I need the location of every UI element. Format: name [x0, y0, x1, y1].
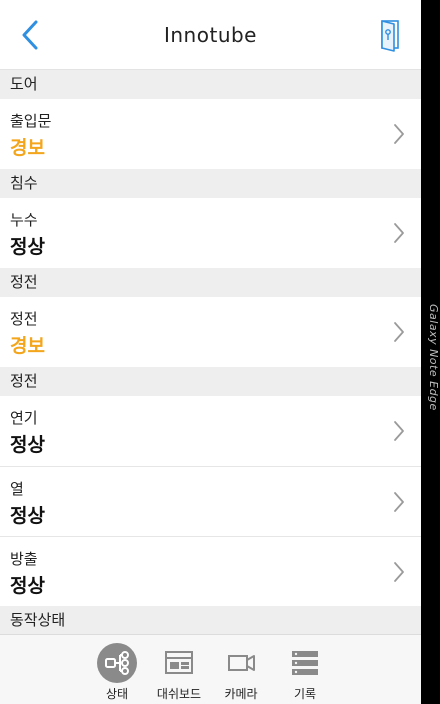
list-icon	[292, 651, 318, 675]
section-header: 정전	[0, 268, 421, 297]
chevron-left-icon	[22, 20, 38, 50]
list-item[interactable]: 정전경보	[0, 297, 421, 367]
status-value: 정상	[10, 505, 45, 527]
item-name: 연기	[10, 409, 38, 427]
item-name: 누수	[10, 211, 38, 229]
list-item[interactable]: 출입문경보	[0, 99, 421, 169]
dashboard-icon	[165, 651, 193, 674]
list-item[interactable]: 누수정상	[0, 198, 421, 268]
status-value: 정상	[10, 236, 45, 258]
section-header: 정전	[0, 367, 421, 396]
chevron-right-icon	[394, 223, 404, 243]
nav-tab-log[interactable]: 기록	[274, 635, 336, 704]
nav-tab-camera[interactable]: 카메라	[210, 635, 272, 704]
section-header: 동작상태	[0, 606, 421, 635]
camera-icon	[228, 655, 255, 671]
item-name: 열	[10, 480, 24, 498]
list-item[interactable]: 연기정상	[0, 396, 421, 466]
nav-label: 기록	[293, 687, 317, 701]
status-value: 경보	[10, 335, 45, 357]
bottom-navigation: 상태 대쉬보드 카메라 기록	[0, 634, 421, 704]
chevron-right-icon	[394, 421, 404, 441]
section-header: 도어	[0, 70, 421, 99]
app-screen: Innotube 도어 출입문 경보 침수 누수 정상 정전 정전 경보 정전 연기 정상 열 정상 방출 정…	[0, 0, 421, 704]
item-name: 정전	[10, 310, 38, 328]
status-value: 정상	[10, 575, 45, 597]
door-button[interactable]	[376, 18, 404, 52]
device-edge-label: Galaxy Note Edge	[427, 303, 440, 411]
item-name: 출입문	[10, 112, 52, 130]
chevron-right-icon	[394, 322, 404, 342]
status-value: 경보	[10, 137, 45, 159]
page-title: Innotube	[163, 23, 257, 47]
list-item[interactable]: 열정상	[0, 466, 421, 536]
section-header: 침수	[0, 169, 421, 198]
back-button[interactable]	[14, 18, 48, 52]
item-name: 방출	[10, 550, 38, 568]
status-value: 정상	[10, 434, 45, 456]
chevron-right-icon	[394, 124, 404, 144]
list-item[interactable]: 방출정상	[0, 536, 421, 606]
door-icon	[381, 20, 399, 52]
chevron-right-icon	[394, 492, 404, 512]
network-icon	[97, 643, 137, 683]
status-list: 도어 출입문 경보 침수 누수 정상 정전 정전 경보 정전 연기 정상 열 정상 방출 정상 동작상태	[0, 70, 421, 635]
app-header: Innotube	[0, 0, 421, 70]
chevron-right-icon	[394, 562, 404, 582]
